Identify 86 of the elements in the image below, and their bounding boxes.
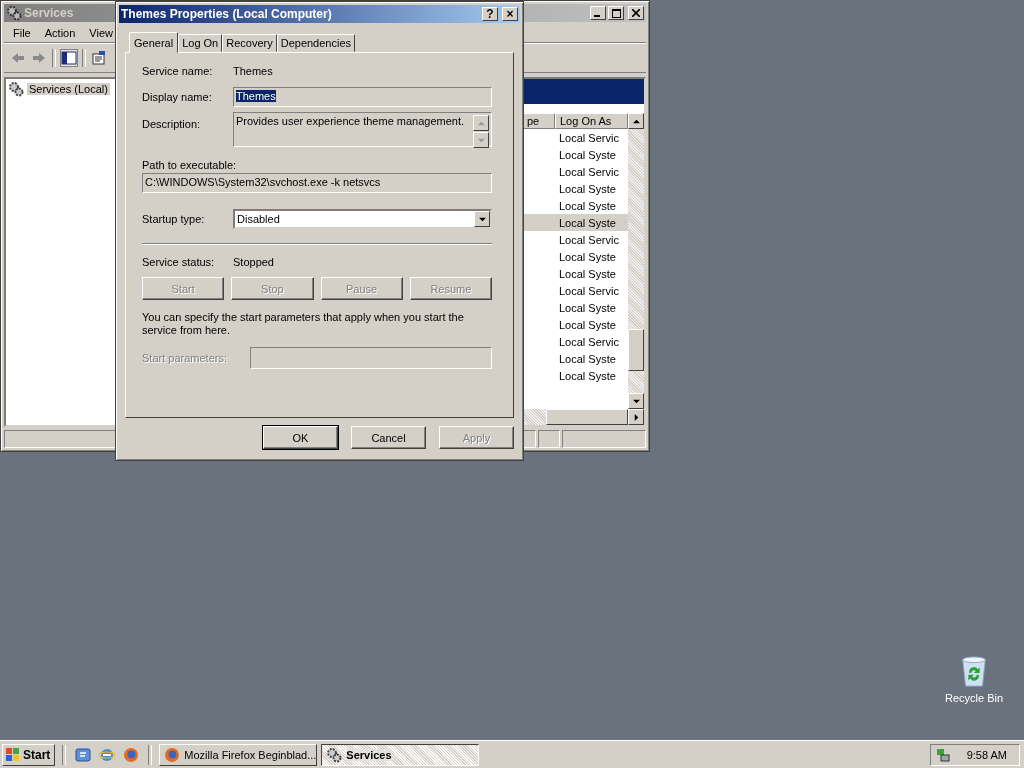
list-row[interactable]: Local Servic [522,163,628,180]
help-button[interactable]: ? [482,7,498,21]
desktop-icon-label[interactable]: Recycle Bin [944,692,1004,704]
list-row[interactable]: Local Servic [522,231,628,248]
list-row[interactable]: Local Syste [522,299,628,316]
menu-item[interactable]: Action [39,27,81,39]
taskbar-button[interactable]: Services [321,743,480,766]
table-cell: Local Syste [559,182,616,195]
tab[interactable]: General [129,32,179,53]
column-header[interactable]: Log On As [555,113,628,129]
table-cell: Local Syste [559,216,616,229]
list-row[interactable]: Local Syste [522,146,628,163]
windows-flag-icon [5,746,21,763]
field-label: Service status: [142,256,216,268]
table-cell: Local Syste [559,369,616,382]
down-arrow-icon[interactable] [632,397,640,405]
hint-text: You can specify the start parameters that apply when you start the service from here. [142,311,465,337]
table-cell: Local Syste [559,250,616,263]
firefox-icon[interactable] [123,746,140,763]
field-label: Path to executable: [142,159,238,171]
field-label: Display name: [142,91,213,103]
service-name-value: Themes [233,65,273,77]
window-title: Services [24,6,74,20]
tab[interactable]: Dependencies [276,34,356,52]
list-row[interactable]: Local Syste [522,367,628,384]
up-arrow-icon[interactable] [632,117,640,125]
tab[interactable]: Log On [178,34,223,52]
status-value: Stopped [233,256,274,268]
table-cell: Local Servic [559,233,619,246]
table-cell: Local Servic [559,335,619,348]
tree-label[interactable]: Services (Local) [27,83,110,95]
dialog-button[interactable]: OK [263,426,338,449]
close-icon [632,9,640,17]
list-row[interactable]: Local Syste [522,265,628,282]
gears-icon [326,746,343,763]
list-row[interactable]: Local Syste [522,350,628,367]
firefox-icon [164,746,181,763]
network-icon[interactable] [934,746,951,763]
table-cell: Local Syste [559,199,616,212]
properties-icon[interactable] [91,50,107,66]
taskbar-button[interactable]: Mozilla Firefox Beginblad... [159,743,318,766]
list-row[interactable]: Local Syste [522,316,628,333]
list-row[interactable]: Local Servic [522,129,628,146]
table-cell: Local Servic [559,165,619,178]
column-header[interactable]: pe [522,113,555,129]
dialog-title: Themes Properties (Local Computer) [121,7,332,21]
table-cell: Local Syste [559,352,616,365]
maximize-icon [611,8,621,18]
list-row[interactable]: Local Servic [522,282,628,299]
show-tree-icon[interactable] [61,50,77,66]
list-row[interactable]: Local Syste [522,180,628,197]
list-row[interactable]: Local Servic [522,333,628,350]
list-row[interactable]: Local Syste [522,214,628,231]
field-label: Service name: [142,65,214,77]
field-label: Description: [142,118,202,130]
table-cell: Local Syste [559,267,616,280]
gears-icon [8,81,24,97]
status-panel [538,430,560,448]
right-arrow-icon[interactable] [632,413,640,421]
table-cell: Local Syste [559,148,616,161]
menu-item[interactable]: File [8,27,36,39]
field-label: Startup type: [142,213,206,225]
vertical-scrollbar[interactable] [628,113,644,409]
dropdown[interactable]: Disabled [233,209,492,229]
scroll-thumb[interactable] [546,409,628,425]
table-cell: Local Syste [559,301,616,314]
start-button[interactable]: Start [2,743,56,766]
field-label: Start parameters: [142,352,228,364]
path-field[interactable]: C:\WINDOWS\System32\svchost.exe -k netsvcs [142,173,492,193]
dropdown-arrow-icon[interactable] [478,215,486,223]
tab[interactable]: Recovery [222,34,277,52]
list-row[interactable]: Local Syste [522,197,628,214]
table-cell: Local Servic [559,131,619,144]
list-row[interactable]: Local Syste [522,248,628,265]
close-button[interactable]: × [502,7,518,21]
recycle-bin-icon[interactable] [959,656,989,688]
clock: 9:58 AM [966,748,1007,761]
scroll-thumb[interactable] [628,329,644,371]
table-cell: Local Servic [559,284,619,297]
menu-item[interactable]: View [84,27,118,39]
input-field[interactable] [250,347,492,369]
dialog-button[interactable]: Cancel [351,426,426,449]
gears-icon [6,5,22,21]
table-cell: Local Syste [559,318,616,331]
input-field[interactable]: Themes [233,87,492,107]
tree-item[interactable]: Services (Local) [8,81,116,97]
